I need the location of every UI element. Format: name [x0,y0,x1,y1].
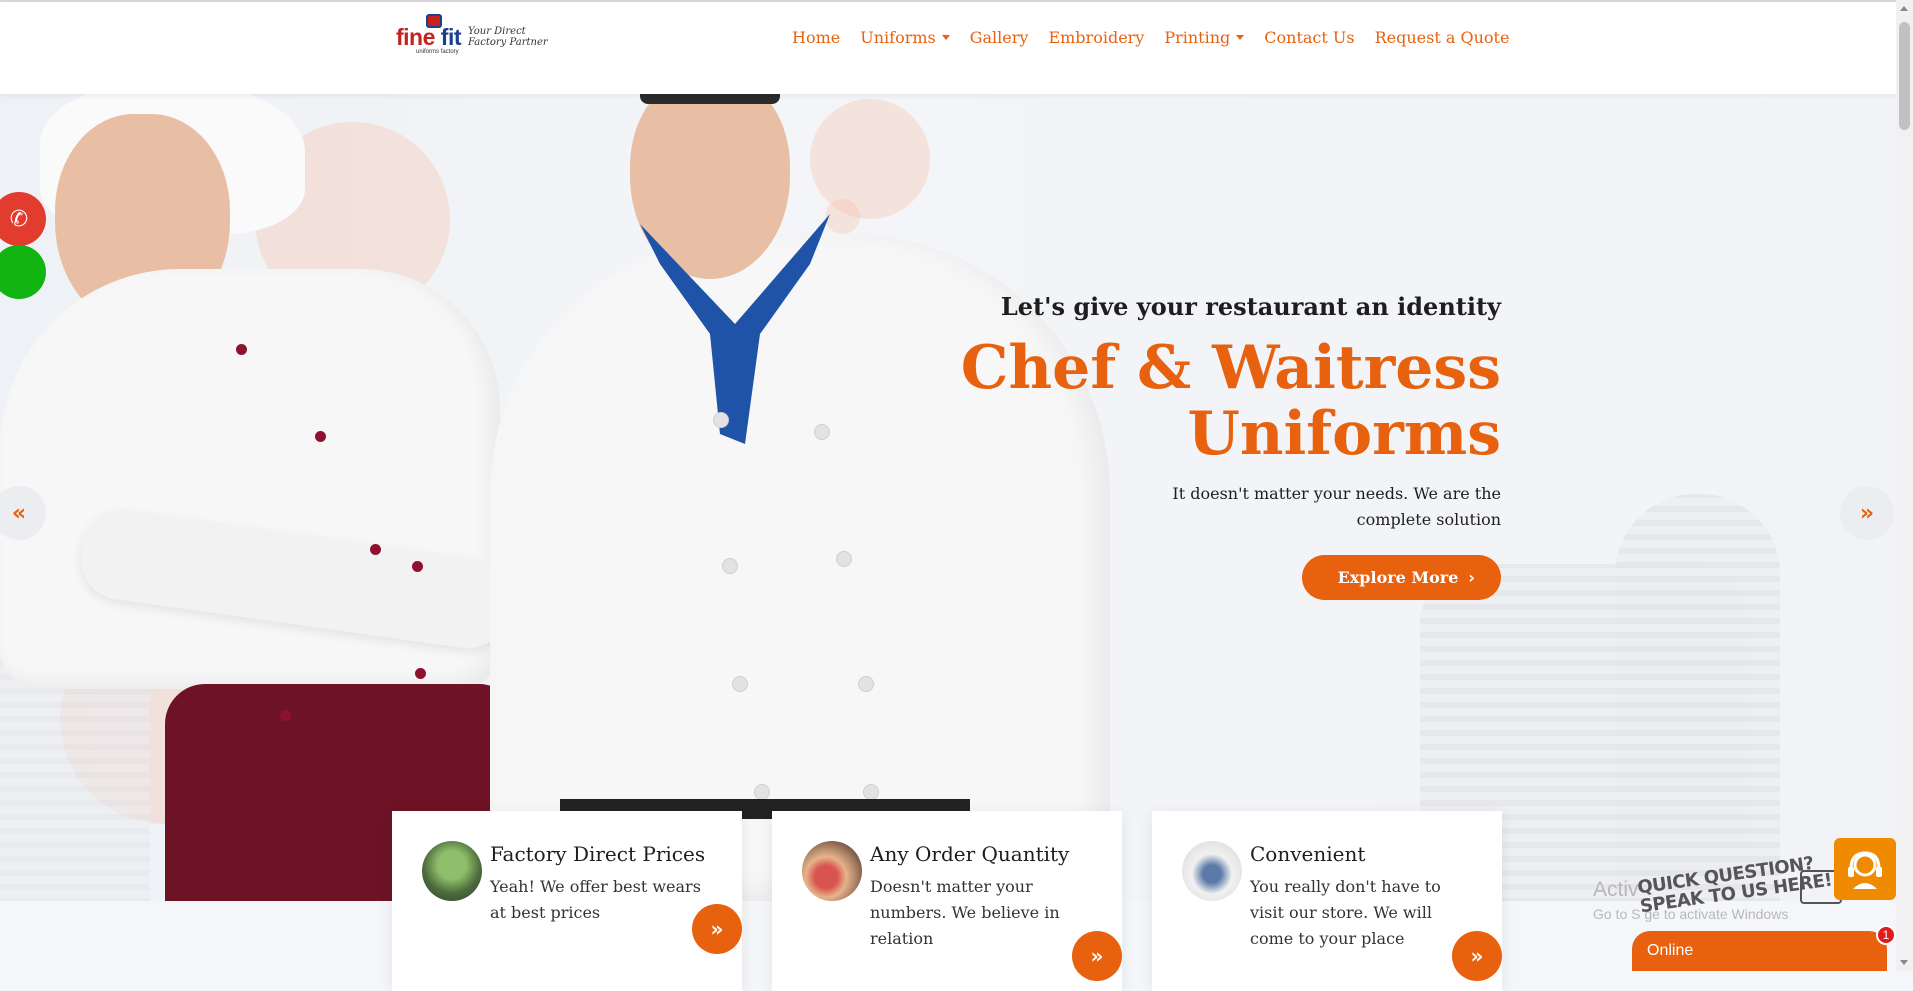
logo-tagline: Your Direct Factory Partner [468,26,548,48]
chat-online-bar[interactable]: Online [1632,931,1887,971]
chat-status-label: Online [1647,942,1694,959]
page-scrollbar[interactable] [1896,0,1913,971]
explore-more-button[interactable]: Explore More › [1301,555,1501,600]
coat-button [713,412,729,428]
phone-icon: ✆ [9,206,29,232]
logo-subtitle: uniforms factory [416,49,459,55]
nav-home[interactable]: Home [792,28,840,47]
chat-agent-button[interactable] [1834,838,1896,900]
slider-next-button[interactable]: » [1840,486,1894,540]
coat-button [732,676,748,692]
headset-icon [1848,851,1882,889]
coat-button [412,561,423,572]
meeting-icon [1182,841,1242,901]
feature-card-convenient: Convenient You really don't have to visi… [1152,811,1502,991]
hero-description: It doesn't matter your needs. We are the… [1172,484,1501,529]
double-chevron-right-icon: » [1859,500,1875,526]
nav-request-quote[interactable]: Request a Quote [1375,28,1510,47]
hero-slider: Let's give your restaurant an identity C… [0,94,1913,901]
feature-more-button[interactable]: » [1452,931,1502,981]
coat-button [863,784,879,800]
coat-button [858,676,874,692]
feature-title: Convenient [1250,842,1366,866]
money-plant-icon [422,841,482,901]
nav-embroidery[interactable]: Embroidery [1048,28,1144,47]
double-chevron-right-icon: » [1470,944,1484,968]
feature-text: Yeah! We offer best wears at best prices [490,877,701,922]
double-chevron-left-icon: « [11,500,27,526]
coat-button [315,431,326,442]
hero-caption: Let's give your restaurant an identity C… [741,292,1501,600]
scroll-up-icon[interactable] [1900,6,1908,11]
nav-printing[interactable]: Printing [1164,28,1244,47]
feature-more-button[interactable]: » [692,904,742,954]
feature-more-button[interactable]: » [1072,931,1122,981]
building-graphic [1615,494,1780,901]
chef-hair [640,94,780,104]
logo-word-fit: fit [440,24,462,50]
scrollbar-thumb[interactable] [1899,22,1910,130]
shopping-bags-icon [802,841,862,901]
nav-gallery[interactable]: Gallery [970,28,1029,47]
logo-word-fine: fine [396,24,435,50]
hero-headline: Chef & Waitress Uniforms [960,333,1501,469]
feature-text: Doesn't matter your numbers. We believe … [870,877,1060,948]
nav-contact-us[interactable]: Contact Us [1264,28,1354,47]
site-logo[interactable]: fine fit uniforms factory Your Direct Fa… [396,14,548,58]
feature-card-order-quantity: Any Order Quantity Doesn't matter your n… [772,811,1122,991]
coat-button [236,344,247,355]
main-nav: Home Uniforms Gallery Embroidery Printin… [792,28,1529,47]
coat-button [754,784,770,800]
feature-title: Factory Direct Prices [490,842,706,866]
nav-uniforms[interactable]: Uniforms [860,28,950,47]
site-header: fine fit uniforms factory Your Direct Fa… [0,2,1913,94]
coat-button [415,668,426,679]
feature-card-factory-prices: Factory Direct Prices Yeah! We offer bes… [392,811,742,991]
hero-kicker: Let's give your restaurant an identity [1000,292,1501,321]
logo-wordmark: fine fit [396,24,462,51]
scroll-down-icon[interactable] [1900,960,1908,965]
feature-text: You really don't have to visit our store… [1250,877,1441,948]
coat-button [722,558,738,574]
coat-button [370,544,381,555]
unread-badge: 1 [1876,925,1896,945]
double-chevron-right-icon: » [710,917,724,941]
feature-title: Any Order Quantity [870,842,1070,866]
watermark-line-2-start: Go to S [1593,906,1641,922]
explore-more-label: Explore More [1337,568,1459,587]
chevron-right-icon: › [1468,568,1475,587]
double-chevron-right-icon: » [1090,944,1104,968]
coat-button [280,710,291,721]
